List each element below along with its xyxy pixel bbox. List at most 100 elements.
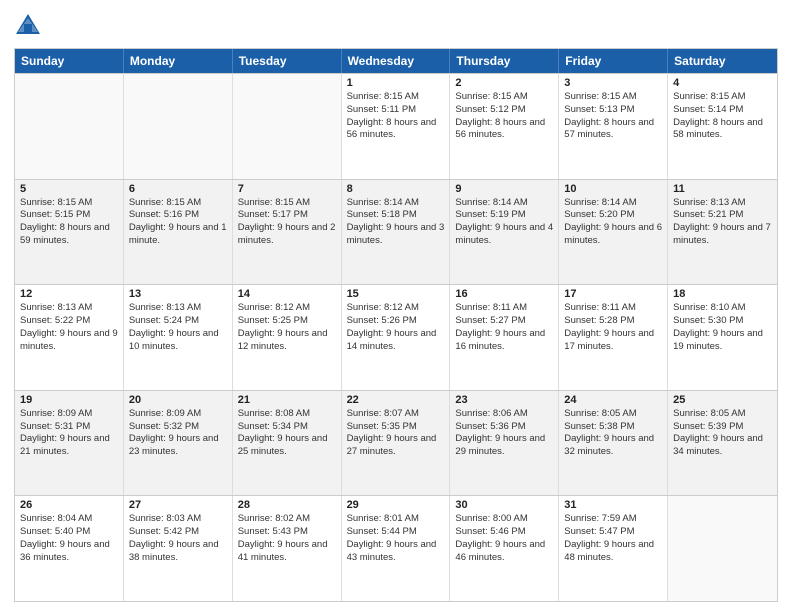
- cell-info: Sunrise: 8:15 AM Sunset: 5:15 PM Dayligh…: [20, 197, 118, 248]
- cal-cell: [668, 496, 777, 601]
- cal-cell: 5 Sunrise: 8:15 AM Sunset: 5:15 PM Daylig…: [15, 180, 124, 285]
- day-header-sunday: Sunday: [15, 49, 124, 73]
- day-header-tuesday: Tuesday: [233, 49, 342, 73]
- logo: [14, 12, 45, 40]
- day-number: 25: [673, 394, 772, 406]
- day-number: 19: [20, 394, 118, 406]
- cell-info: Sunrise: 8:12 AM Sunset: 5:25 PM Dayligh…: [238, 302, 336, 353]
- cell-info: Sunrise: 8:13 AM Sunset: 5:24 PM Dayligh…: [129, 302, 227, 353]
- cal-cell: 21Sunrise: 8:08 AM Sunset: 5:34 PM Dayli…: [233, 391, 342, 496]
- cell-info: Sunrise: 8:13 AM Sunset: 5:22 PM Dayligh…: [20, 302, 118, 353]
- calendar-body: 1 Sunrise: 8:15 AM Sunset: 5:11 PM Daylig…: [15, 73, 777, 601]
- cal-cell: 14 Sunrise: 8:12 AM Sunset: 5:25 PM Dayli…: [233, 285, 342, 390]
- day-number: 7: [238, 183, 336, 195]
- cell-info: Sunrise: 8:12 AM Sunset: 5:26 PM Dayligh…: [347, 302, 445, 353]
- day-number: 16: [455, 288, 553, 300]
- cal-cell: 13 Sunrise: 8:13 AM Sunset: 5:24 PM Dayli…: [124, 285, 233, 390]
- cal-cell: 6Sunrise: 8:15 AM Sunset: 5:16 PM Daylig…: [124, 180, 233, 285]
- cal-cell: 20 Sunrise: 8:09 AM Sunset: 5:32 PM Dayli…: [124, 391, 233, 496]
- cell-info: Sunrise: 8:15 AM Sunset: 5:14 PM Dayligh…: [673, 91, 772, 142]
- cal-row-2: 12 Sunrise: 8:13 AM Sunset: 5:22 PM Dayli…: [15, 284, 777, 390]
- cal-cell: 15Sunrise: 8:12 AM Sunset: 5:26 PM Dayli…: [342, 285, 451, 390]
- day-number: 30: [455, 499, 553, 511]
- cell-info: Sunrise: 8:04 AM Sunset: 5:40 PM Dayligh…: [20, 513, 118, 564]
- day-number: 12: [20, 288, 118, 300]
- cal-cell: 23 Sunrise: 8:06 AM Sunset: 5:36 PM Dayli…: [450, 391, 559, 496]
- day-number: 31: [564, 499, 662, 511]
- cal-row-1: 5 Sunrise: 8:15 AM Sunset: 5:15 PM Daylig…: [15, 179, 777, 285]
- day-header-thursday: Thursday: [450, 49, 559, 73]
- cal-cell: 30 Sunrise: 8:00 AM Sunset: 5:46 PM Dayli…: [450, 496, 559, 601]
- day-number: 26: [20, 499, 118, 511]
- calendar-header: SundayMondayTuesdayWednesdayThursdayFrid…: [15, 49, 777, 73]
- day-number: 5: [20, 183, 118, 195]
- day-header-wednesday: Wednesday: [342, 49, 451, 73]
- cal-cell: 17 Sunrise: 8:11 AM Sunset: 5:28 PM Dayli…: [559, 285, 668, 390]
- cal-cell: 16 Sunrise: 8:11 AM Sunset: 5:27 PM Dayli…: [450, 285, 559, 390]
- cal-cell: 25 Sunrise: 8:05 AM Sunset: 5:39 PM Dayli…: [668, 391, 777, 496]
- cell-info: Sunrise: 8:08 AM Sunset: 5:34 PM Dayligh…: [238, 408, 336, 459]
- day-number: 17: [564, 288, 662, 300]
- day-number: 3: [564, 77, 662, 89]
- day-number: 22: [347, 394, 445, 406]
- cell-info: Sunrise: 8:05 AM Sunset: 5:39 PM Dayligh…: [673, 408, 772, 459]
- day-number: 28: [238, 499, 336, 511]
- cell-info: Sunrise: 8:09 AM Sunset: 5:32 PM Dayligh…: [129, 408, 227, 459]
- cell-info: Sunrise: 8:15 AM Sunset: 5:16 PM Dayligh…: [129, 197, 227, 248]
- calendar: SundayMondayTuesdayWednesdayThursdayFrid…: [14, 48, 778, 602]
- cell-info: Sunrise: 8:05 AM Sunset: 5:38 PM Dayligh…: [564, 408, 662, 459]
- cell-info: Sunrise: 8:15 AM Sunset: 5:13 PM Dayligh…: [564, 91, 662, 142]
- day-number: 27: [129, 499, 227, 511]
- cal-row-3: 19 Sunrise: 8:09 AM Sunset: 5:31 PM Dayli…: [15, 390, 777, 496]
- cal-cell: 10 Sunrise: 8:14 AM Sunset: 5:20 PM Dayli…: [559, 180, 668, 285]
- cal-row-4: 26 Sunrise: 8:04 AM Sunset: 5:40 PM Dayli…: [15, 495, 777, 601]
- cal-cell: 31 Sunrise: 7:59 AM Sunset: 5:47 PM Dayli…: [559, 496, 668, 601]
- day-number: 24: [564, 394, 662, 406]
- cell-info: Sunrise: 8:00 AM Sunset: 5:46 PM Dayligh…: [455, 513, 553, 564]
- cell-info: Sunrise: 8:01 AM Sunset: 5:44 PM Dayligh…: [347, 513, 445, 564]
- day-number: 23: [455, 394, 553, 406]
- cal-cell: 1 Sunrise: 8:15 AM Sunset: 5:11 PM Daylig…: [342, 74, 451, 179]
- cell-info: Sunrise: 8:02 AM Sunset: 5:43 PM Dayligh…: [238, 513, 336, 564]
- cal-row-0: 1 Sunrise: 8:15 AM Sunset: 5:11 PM Daylig…: [15, 73, 777, 179]
- header: [14, 12, 778, 40]
- page: SundayMondayTuesdayWednesdayThursdayFrid…: [0, 0, 792, 612]
- cell-info: Sunrise: 8:06 AM Sunset: 5:36 PM Dayligh…: [455, 408, 553, 459]
- day-header-friday: Friday: [559, 49, 668, 73]
- cell-info: Sunrise: 7:59 AM Sunset: 5:47 PM Dayligh…: [564, 513, 662, 564]
- cell-info: Sunrise: 8:11 AM Sunset: 5:28 PM Dayligh…: [564, 302, 662, 353]
- cell-info: Sunrise: 8:13 AM Sunset: 5:21 PM Dayligh…: [673, 197, 772, 248]
- cal-cell: 9Sunrise: 8:14 AM Sunset: 5:19 PM Daylig…: [450, 180, 559, 285]
- day-number: 4: [673, 77, 772, 89]
- cal-cell: 12 Sunrise: 8:13 AM Sunset: 5:22 PM Dayli…: [15, 285, 124, 390]
- cal-cell: 3 Sunrise: 8:15 AM Sunset: 5:13 PM Daylig…: [559, 74, 668, 179]
- cell-info: Sunrise: 8:11 AM Sunset: 5:27 PM Dayligh…: [455, 302, 553, 353]
- day-number: 20: [129, 394, 227, 406]
- day-number: 8: [347, 183, 445, 195]
- cal-cell: 8 Sunrise: 8:14 AM Sunset: 5:18 PM Daylig…: [342, 180, 451, 285]
- cal-cell: 28 Sunrise: 8:02 AM Sunset: 5:43 PM Dayli…: [233, 496, 342, 601]
- cal-cell: 11 Sunrise: 8:13 AM Sunset: 5:21 PM Dayli…: [668, 180, 777, 285]
- cal-cell: [233, 74, 342, 179]
- cell-info: Sunrise: 8:14 AM Sunset: 5:20 PM Dayligh…: [564, 197, 662, 248]
- cal-cell: 27Sunrise: 8:03 AM Sunset: 5:42 PM Dayli…: [124, 496, 233, 601]
- cal-cell: 4 Sunrise: 8:15 AM Sunset: 5:14 PM Daylig…: [668, 74, 777, 179]
- cell-info: Sunrise: 8:14 AM Sunset: 5:18 PM Dayligh…: [347, 197, 445, 248]
- day-number: 2: [455, 77, 553, 89]
- cell-info: Sunrise: 8:10 AM Sunset: 5:30 PM Dayligh…: [673, 302, 772, 353]
- cal-cell: 7Sunrise: 8:15 AM Sunset: 5:17 PM Daylig…: [233, 180, 342, 285]
- day-number: 10: [564, 183, 662, 195]
- day-number: 13: [129, 288, 227, 300]
- cal-cell: 22Sunrise: 8:07 AM Sunset: 5:35 PM Dayli…: [342, 391, 451, 496]
- cal-cell: 29Sunrise: 8:01 AM Sunset: 5:44 PM Dayli…: [342, 496, 451, 601]
- cell-info: Sunrise: 8:09 AM Sunset: 5:31 PM Dayligh…: [20, 408, 118, 459]
- cal-cell: 18 Sunrise: 8:10 AM Sunset: 5:30 PM Dayli…: [668, 285, 777, 390]
- cell-info: Sunrise: 8:14 AM Sunset: 5:19 PM Dayligh…: [455, 197, 553, 248]
- cal-cell: [124, 74, 233, 179]
- cal-cell: 19 Sunrise: 8:09 AM Sunset: 5:31 PM Dayli…: [15, 391, 124, 496]
- day-number: 18: [673, 288, 772, 300]
- day-number: 14: [238, 288, 336, 300]
- day-number: 11: [673, 183, 772, 195]
- day-number: 1: [347, 77, 445, 89]
- cell-info: Sunrise: 8:15 AM Sunset: 5:11 PM Dayligh…: [347, 91, 445, 142]
